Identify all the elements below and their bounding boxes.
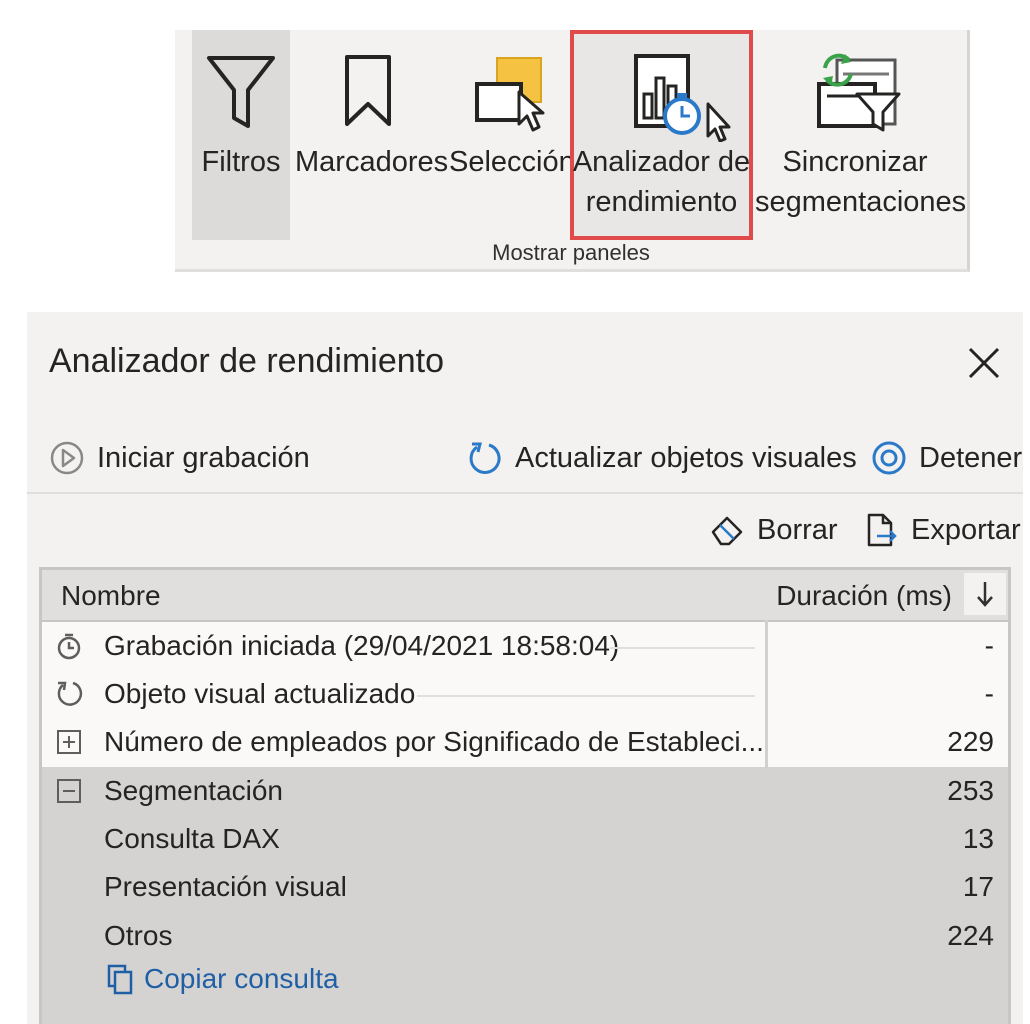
bookmarks-button[interactable]: Marcadores bbox=[295, 30, 449, 240]
toolbar-divider bbox=[27, 492, 1023, 494]
table-header: Nombre Duración (ms) bbox=[42, 570, 1008, 622]
row-name: Grabación iniciada (29/04/2021 18:58:04) bbox=[104, 630, 620, 661]
row-name: Otros bbox=[104, 920, 173, 951]
row-duration: 224 bbox=[947, 920, 994, 951]
filters-button[interactable]: Filtros bbox=[192, 30, 290, 240]
collapse-icon[interactable] bbox=[55, 777, 83, 805]
play-icon bbox=[50, 441, 84, 475]
stop-icon bbox=[872, 441, 906, 475]
table-row[interactable]: Segmentación 253 bbox=[42, 767, 1008, 815]
eraser-icon bbox=[711, 516, 743, 546]
performance-analyzer-pane: Analizador de rendimiento Iniciar grabac… bbox=[27, 312, 1023, 1024]
row-name: Objeto visual actualizado bbox=[104, 678, 416, 709]
copy-query-label: Copiar consulta bbox=[144, 963, 339, 994]
refresh-icon bbox=[57, 681, 83, 706]
expand-icon[interactable] bbox=[55, 728, 83, 756]
table-row[interactable]: Presentación visual 17 bbox=[42, 863, 1008, 911]
sync-slicers-label-line2: segmentaciones bbox=[755, 186, 967, 218]
sync-slicers-label-line1: Sincronizar bbox=[782, 146, 928, 178]
row-name: Número de empleados por Significado de E… bbox=[104, 726, 764, 757]
row-duration: 13 bbox=[962, 823, 994, 854]
stop-label: Detener bbox=[919, 441, 1023, 474]
row-name: Segmentación bbox=[104, 775, 284, 806]
bookmarks-label: Marcadores bbox=[295, 146, 449, 178]
start-recording-label: Iniciar grabación bbox=[97, 441, 310, 474]
table-row[interactable]: Grabación iniciada (29/04/2021 18:58:04)… bbox=[42, 622, 1008, 670]
performance-analyzer-label-line2: rendimiento bbox=[585, 186, 738, 218]
pane-toolbar: Iniciar grabación Actualizar objetos vis… bbox=[27, 434, 1023, 486]
close-icon[interactable] bbox=[967, 346, 1001, 380]
row-duration: 253 bbox=[947, 775, 994, 806]
column-header-name[interactable]: Nombre bbox=[61, 580, 161, 612]
column-header-duration[interactable]: Duración (ms) bbox=[776, 580, 952, 612]
export-label: Exportar bbox=[911, 513, 1021, 546]
row-name: Consulta DAX bbox=[104, 823, 280, 854]
export-icon bbox=[867, 513, 897, 547]
sync-slicers-button[interactable]: Sincronizar segmentaciones bbox=[755, 30, 967, 240]
clear-button[interactable]: Borrar bbox=[709, 512, 838, 548]
row-duration: - bbox=[984, 678, 994, 709]
pane-title: Analizador de rendimiento bbox=[49, 342, 445, 380]
selection-button[interactable]: Selección bbox=[449, 30, 575, 240]
row-timeline-line bbox=[417, 695, 755, 697]
performance-analyzer-icon bbox=[634, 54, 731, 142]
ribbon-view-panes-group: Filtros Marcadores Selección Analizador … bbox=[175, 30, 970, 272]
copy-query-link[interactable]: Copiar consulta bbox=[106, 963, 339, 995]
sort-descending-button[interactable] bbox=[964, 573, 1006, 615]
stop-button[interactable]: Detener bbox=[871, 440, 1022, 476]
sync-slicers-icon bbox=[817, 53, 901, 132]
refresh-visuals-button[interactable]: Actualizar objetos visuales bbox=[467, 440, 857, 476]
row-name: Presentación visual bbox=[104, 871, 347, 902]
results-table: Nombre Duración (ms) Grabación iniciada … bbox=[39, 567, 1011, 1024]
start-recording-button[interactable]: Iniciar grabación bbox=[49, 440, 310, 476]
clear-label: Borrar bbox=[757, 513, 838, 546]
refresh-icon bbox=[469, 442, 501, 474]
table-row[interactable]: Otros 224 bbox=[42, 912, 1008, 960]
refresh-visuals-label: Actualizar objetos visuales bbox=[515, 441, 857, 474]
filter-icon bbox=[207, 56, 275, 128]
selection-label: Selección bbox=[449, 146, 575, 178]
row-duration: - bbox=[984, 630, 994, 661]
row-duration: 229 bbox=[947, 726, 994, 757]
stopwatch-icon bbox=[57, 633, 81, 660]
performance-analyzer-button[interactable]: Analizador de rendimiento bbox=[570, 30, 753, 240]
copy-icon bbox=[107, 964, 133, 995]
table-row[interactable]: Objeto visual actualizado - bbox=[42, 670, 1008, 718]
table-row[interactable]: Número de empleados por Significado de E… bbox=[42, 718, 1008, 766]
table-row[interactable]: Consulta DAX 13 bbox=[42, 815, 1008, 863]
filters-label: Filtros bbox=[201, 146, 281, 178]
performance-analyzer-label-line1: Analizador de bbox=[572, 146, 751, 178]
bookmark-icon bbox=[345, 55, 391, 126]
export-button[interactable]: Exportar bbox=[863, 512, 1021, 548]
row-duration: 17 bbox=[962, 871, 994, 902]
arrow-down-icon bbox=[977, 582, 993, 607]
selection-icon bbox=[475, 57, 545, 132]
row-timeline-line bbox=[610, 647, 755, 649]
group-label: Mostrar paneles bbox=[492, 240, 650, 265]
